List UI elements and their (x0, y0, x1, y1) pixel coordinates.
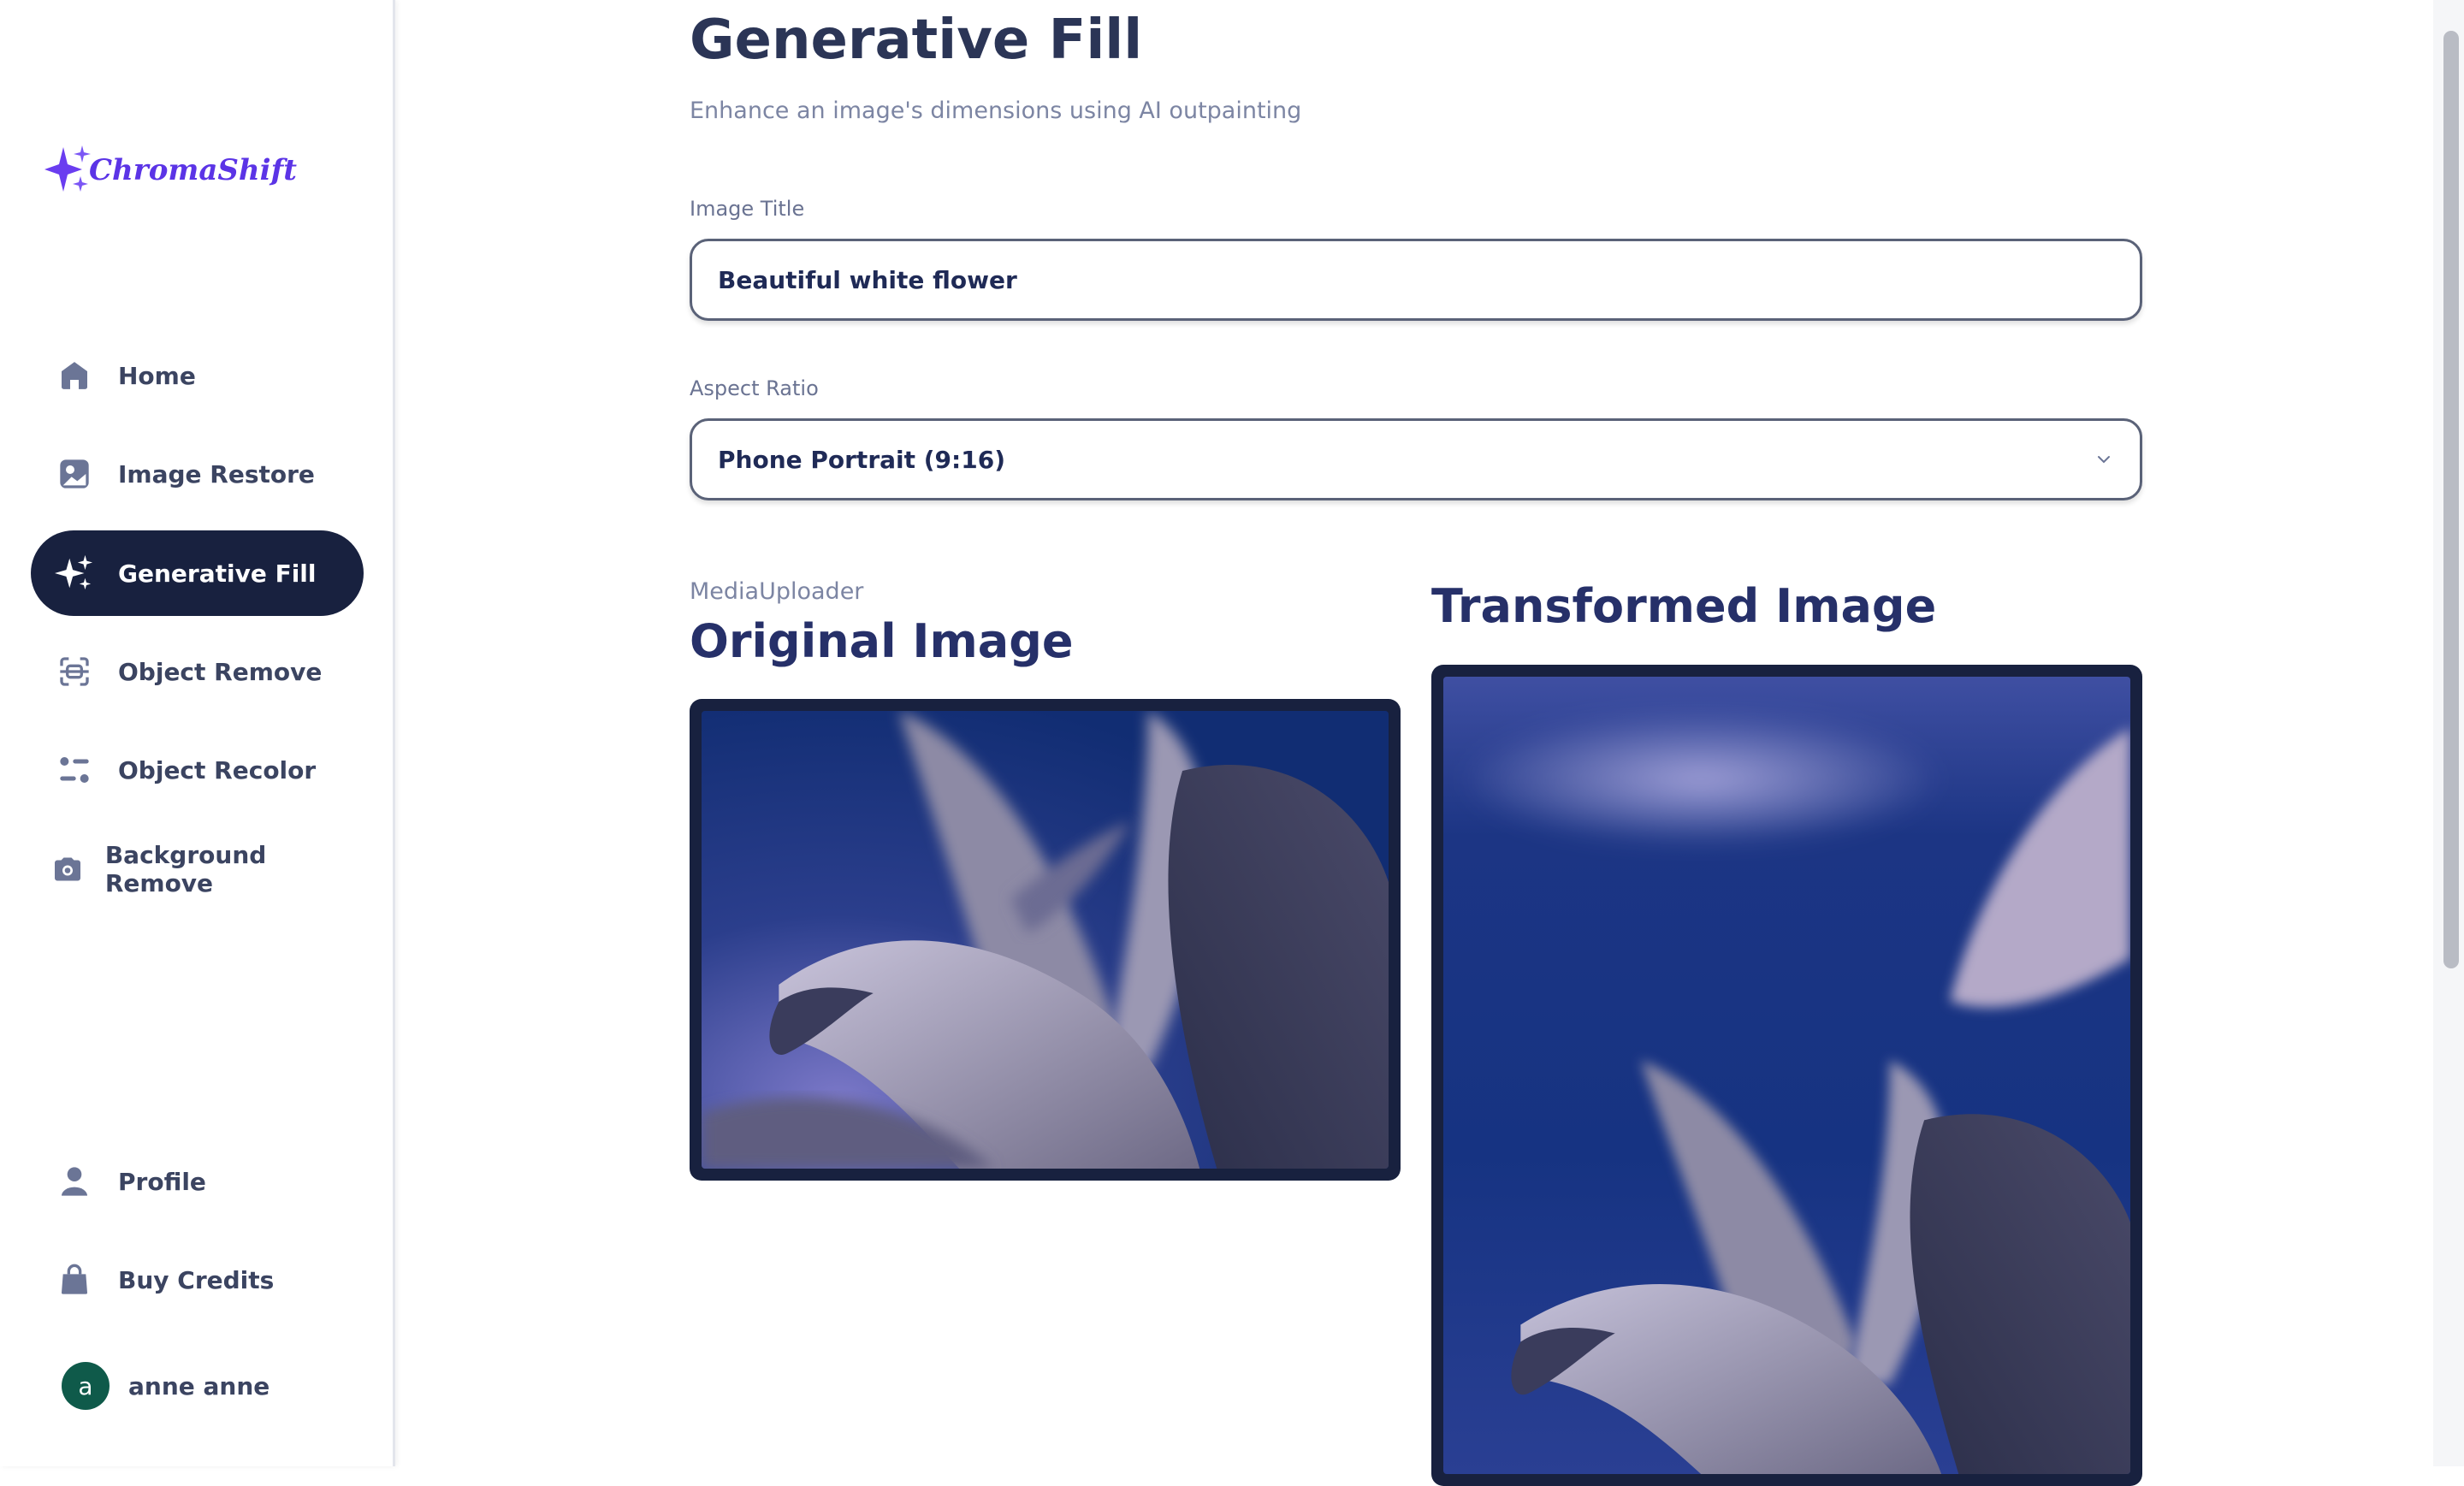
user-menu[interactable]: a anne anne (31, 1343, 364, 1429)
bag-icon (55, 1260, 94, 1300)
sidebar-item-home[interactable]: Home (31, 333, 364, 418)
page-subtitle: Enhance an image's dimensions using AI o… (690, 98, 1302, 124)
aspect-ratio-label: Aspect Ratio (690, 376, 819, 400)
sidebar-item-background-remove[interactable]: Background Remove (31, 826, 364, 912)
aspect-ratio-select[interactable]: Phone Portrait (9:16) (690, 418, 2142, 500)
sidebar-item-label: Home (118, 361, 196, 390)
flower-transformed-image (1443, 677, 2130, 1474)
original-image[interactable] (690, 699, 1401, 1181)
image-title-value: Beautiful white flower (718, 265, 1017, 294)
sidebar-item-label: Buy Credits (118, 1265, 275, 1294)
home-icon (55, 356, 94, 395)
sidebar-item-generative-fill[interactable]: Generative Fill (31, 530, 364, 616)
aspect-ratio-value: Phone Portrait (9:16) (718, 445, 1005, 474)
page-title: Generative Fill (690, 9, 1143, 72)
scrollbar-thumb[interactable] (2443, 31, 2459, 968)
sparkles-icon (55, 554, 94, 593)
transformed-image[interactable] (1431, 665, 2142, 1486)
avatar[interactable]: a (62, 1362, 110, 1410)
logo-text: ChromaShift (89, 153, 297, 187)
original-image-title: Original Image (690, 614, 1074, 668)
sidebar-item-label: Image Restore (118, 459, 315, 488)
filter-icon (55, 750, 94, 790)
sidebar-item-label: Background Remove (104, 841, 267, 897)
sidebar-item-buy-credits[interactable]: Buy Credits (31, 1237, 364, 1323)
sidebar-item-label: Object Recolor (118, 755, 317, 784)
sidebar-item-image-restore[interactable]: Image Restore (31, 431, 364, 517)
sidebar-item-label: Generative Fill (118, 559, 317, 588)
sidebar-item-label: Object Remove (118, 657, 323, 686)
sidebar: ChromaShift Home Image Restore Generativ… (0, 0, 395, 1466)
scrollbar[interactable] (2433, 0, 2464, 1466)
transformed-image-title: Transformed Image (1431, 579, 1937, 633)
flower-image (702, 711, 1389, 1169)
sidebar-item-object-remove[interactable]: Object Remove (31, 629, 364, 714)
media-uploader-label: MediaUploader (690, 578, 864, 605)
chevron-down-icon (2098, 456, 2110, 464)
image-icon (55, 454, 94, 494)
sidebar-item-profile[interactable]: Profile (31, 1139, 364, 1224)
logo[interactable]: ChromaShift (41, 142, 315, 197)
sidebar-item-object-recolor[interactable]: Object Recolor (31, 727, 364, 813)
image-title-input[interactable]: Beautiful white flower (690, 239, 2142, 321)
sidebar-item-label: Profile (118, 1167, 206, 1196)
image-title-label: Image Title (690, 197, 805, 221)
scan-icon (55, 652, 94, 691)
logo-sparkle-icon: ChromaShift (44, 145, 297, 192)
camera-icon (50, 850, 86, 889)
user-icon (55, 1162, 94, 1201)
user-name: anne anne (128, 1371, 270, 1400)
